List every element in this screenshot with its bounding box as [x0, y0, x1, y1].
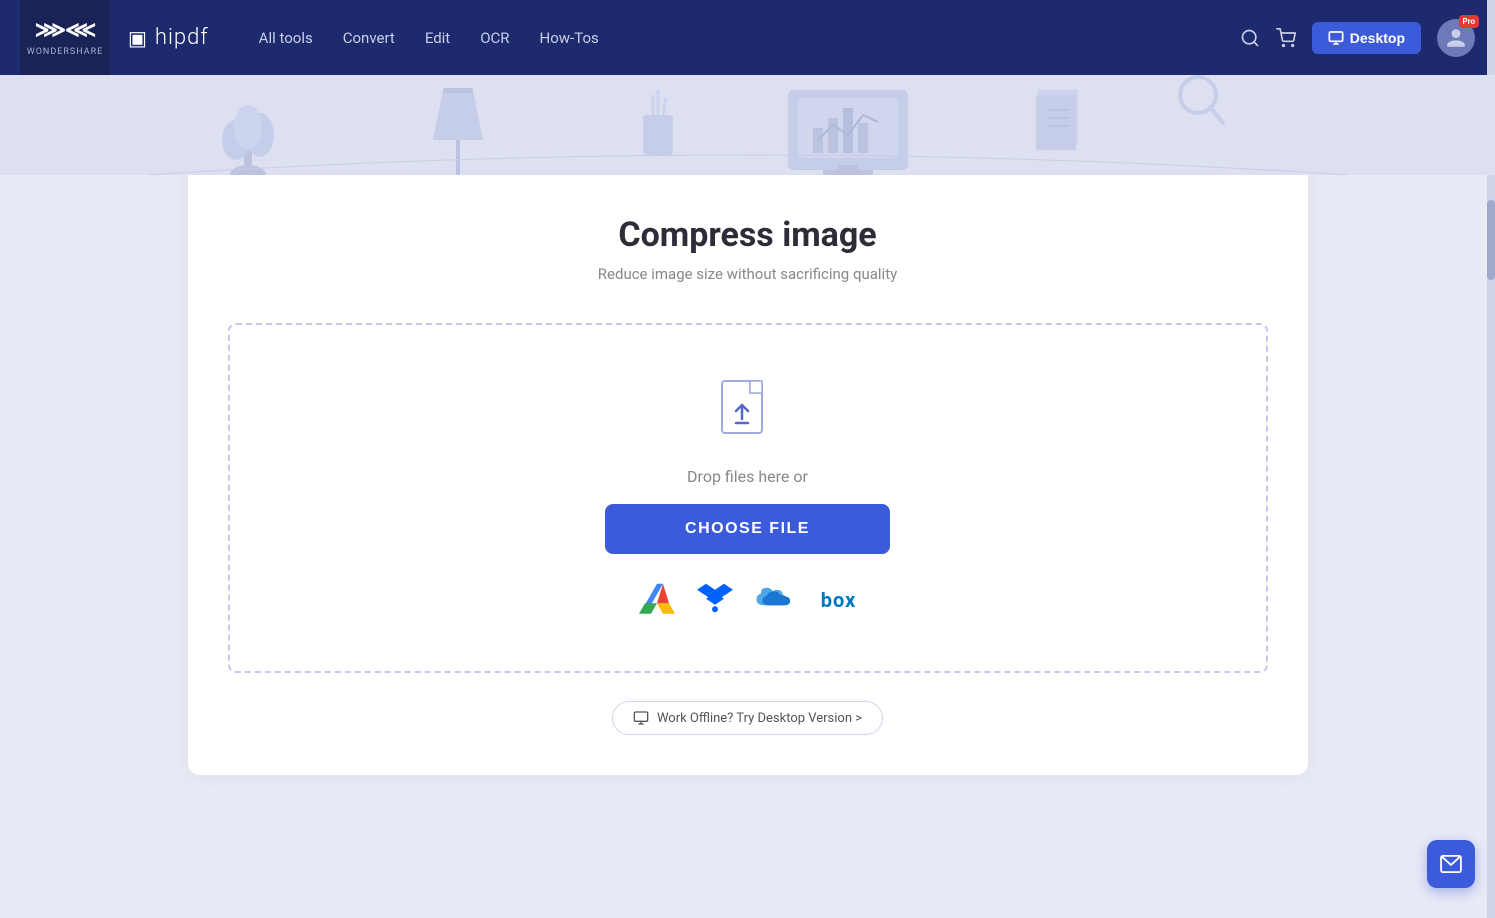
float-email-button[interactable] — [1427, 840, 1475, 888]
main-card: Compress image Reduce image size without… — [188, 165, 1308, 775]
navbar: ⋙⋘ wondershare ▣ hipdf All tools Convert… — [0, 0, 1495, 75]
ws-icon: ⋙⋘ — [35, 18, 96, 43]
box-icon-text: box — [821, 588, 857, 612]
nav-edit[interactable]: Edit — [425, 29, 450, 47]
hero-decoration — [148, 75, 1348, 175]
page-subtitle: Reduce image size without sacrificing qu… — [228, 265, 1268, 283]
pro-badge: Pro — [1459, 15, 1479, 28]
gdrive-icon[interactable] — [639, 582, 675, 618]
cart-button[interactable] — [1276, 28, 1296, 48]
page-title: Compress image — [228, 215, 1268, 255]
nav-convert[interactable]: Convert — [343, 29, 395, 47]
desktop-btn-label: Desktop — [1350, 30, 1405, 46]
wondershare-logo: ⋙⋘ wondershare — [20, 0, 110, 75]
nav-links: All tools Convert Edit OCR How-Tos — [259, 29, 1230, 47]
hipdf-logo: ▣ hipdf — [128, 25, 209, 50]
brand-logo: ⋙⋘ wondershare ▣ hipdf — [20, 0, 209, 75]
ws-name: wondershare — [27, 47, 104, 57]
nav-all-tools[interactable]: All tools — [259, 29, 313, 47]
offline-text: Work Offline? Try Desktop Version > — [657, 711, 862, 726]
scrollbar-thumb[interactable] — [1487, 200, 1495, 280]
upload-icon — [718, 379, 778, 449]
user-avatar-wrap: Pro — [1437, 19, 1475, 57]
drop-text: Drop files here or — [687, 467, 808, 486]
offline-link[interactable]: Work Offline? Try Desktop Version > — [612, 701, 883, 735]
cloud-icons: box — [639, 582, 857, 618]
nav-how-tos[interactable]: How-Tos — [540, 29, 599, 47]
offline-link-wrap: Work Offline? Try Desktop Version > — [228, 701, 1268, 735]
onedrive-icon[interactable] — [755, 582, 799, 618]
dropbox-icon[interactable] — [697, 582, 733, 618]
nav-actions: Desktop Pro — [1240, 19, 1475, 57]
box-icon[interactable]: box — [821, 588, 857, 612]
hipdf-icon: ▣ — [128, 26, 147, 50]
choose-file-button[interactable]: CHOOSE FILE — [605, 504, 890, 554]
hero-bg — [0, 75, 1495, 175]
desktop-button[interactable]: Desktop — [1312, 22, 1421, 54]
dropzone[interactable]: Drop files here or CHOOSE FILE — [228, 323, 1268, 673]
main-content: Compress image Reduce image size without… — [0, 175, 1495, 815]
upload-icon-wrap — [718, 379, 778, 449]
hipdf-text: hipdf — [155, 25, 209, 50]
nav-ocr[interactable]: OCR — [480, 29, 509, 47]
search-button[interactable] — [1240, 28, 1260, 48]
